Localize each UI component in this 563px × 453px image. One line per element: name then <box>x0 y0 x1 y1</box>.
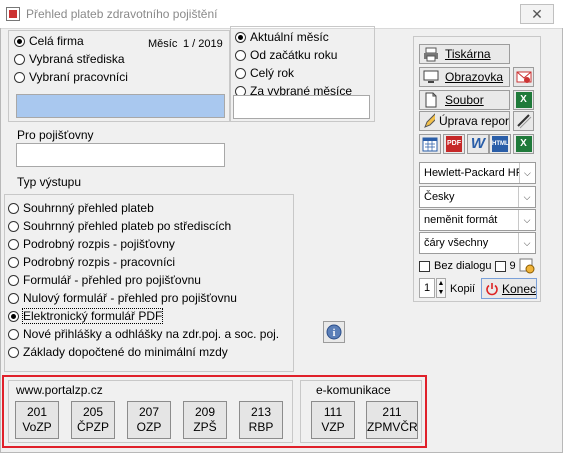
excel-export-button[interactable]: X <box>513 90 534 110</box>
chevron-down-icon[interactable]: ⌵ <box>518 187 535 207</box>
portal-button-ozp[interactable]: 207 OZP <box>127 401 171 439</box>
printer-icon <box>424 47 438 62</box>
radio-dot[interactable] <box>8 256 19 268</box>
output-label: Typ výstupu <box>17 175 82 189</box>
output-option[interactable]: Formulář - přehled pro pojišťovnu <box>8 271 279 289</box>
portal-title: www.portalzp.cz <box>16 383 103 397</box>
radio-dot[interactable] <box>8 238 19 250</box>
word-icon: W <box>470 135 486 152</box>
calendar-button[interactable] <box>419 134 441 154</box>
pencil-icon <box>424 113 435 128</box>
insurer-label: Pro pojišťovny <box>17 128 94 142</box>
output-option[interactable]: Souhrnný přehled plateb <box>8 199 279 217</box>
radio-dot[interactable] <box>14 35 25 47</box>
radio-dot[interactable] <box>235 67 246 79</box>
radio-dot[interactable] <box>14 71 25 83</box>
scope-option-whole-firm[interactable]: Celá firma <box>14 32 128 50</box>
no-dialog-row: Bez dialogu 9 <box>419 260 516 272</box>
portal-button-rbp[interactable]: 213 RBP <box>239 401 283 439</box>
title-bar: Přehled plateb zdravotního pojištění ✕ <box>0 0 563 29</box>
radio-dot[interactable] <box>8 202 19 214</box>
chevron-down-icon[interactable]: ⌵ <box>518 163 535 183</box>
html-button[interactable]: HTML <box>489 134 511 154</box>
settings-icon[interactable] <box>519 258 535 277</box>
chevron-down-icon[interactable]: ⌵ <box>518 233 535 253</box>
scope-radio-group: Celá firma Vybraná střediska Vybraní pra… <box>14 32 128 86</box>
printer-select[interactable]: Hewlett-Packard HP ⌵ <box>419 162 536 184</box>
ecom-button-zpmvcr[interactable]: 211 ZPMVČR <box>366 401 418 439</box>
format-select[interactable]: neměnit formát ⌵ <box>419 209 536 231</box>
months-input[interactable] <box>233 95 370 119</box>
excel-icon: X <box>515 136 532 152</box>
screen-button[interactable]: Obrazovka <box>419 67 510 87</box>
radio-dot[interactable] <box>8 328 19 340</box>
copies-input[interactable]: 1 <box>419 278 435 298</box>
svg-text:i: i <box>333 328 336 339</box>
radio-dot[interactable] <box>235 49 246 61</box>
file-icon <box>425 92 437 108</box>
radio-dot[interactable] <box>8 310 19 322</box>
edit-tool-button[interactable] <box>513 111 534 131</box>
output-option[interactable]: Základy dopočtené do minimální mzdy <box>8 343 279 361</box>
app-icon <box>6 7 20 21</box>
output-option[interactable]: Souhrnný přehled plateb po střediscích <box>8 217 279 235</box>
excel-icon: X <box>515 92 532 108</box>
selection-field[interactable] <box>16 94 225 118</box>
ecom-button-vzp[interactable]: 111 VZP <box>311 401 355 439</box>
email-button[interactable] <box>513 67 534 87</box>
email-icon <box>516 71 531 83</box>
file-button[interactable]: Soubor <box>419 90 510 110</box>
info-button[interactable]: i <box>323 321 345 343</box>
power-icon <box>486 282 498 295</box>
period-option-ytd[interactable]: Od začátku roku <box>235 46 352 64</box>
excel-button[interactable]: X <box>513 134 534 154</box>
pdf-button[interactable]: PDF <box>443 134 465 154</box>
lines-select[interactable]: čáry všechny ⌵ <box>419 232 536 254</box>
chevron-down-icon[interactable]: ⌵ <box>518 210 535 230</box>
output-radio-group: Souhrnný přehled plateb Souhrnný přehled… <box>8 199 279 361</box>
portal-button-cpzp[interactable]: 205 ČPZP <box>71 401 115 439</box>
ecom-title: e-komunikace <box>316 383 391 397</box>
radio-dot[interactable] <box>8 274 19 286</box>
calendar-icon <box>422 137 438 152</box>
copies-label: Kopií <box>450 283 476 295</box>
monitor-icon <box>423 70 439 83</box>
close-button[interactable]: ✕ <box>520 4 554 24</box>
scope-option-centers[interactable]: Vybraná střediska <box>14 50 128 68</box>
period-option-current[interactable]: Aktuální měsíc <box>235 28 352 46</box>
copies-spinner[interactable]: ▲ ▼ <box>436 278 446 298</box>
output-option[interactable]: Podrobný rozpis - pracovníci <box>8 253 279 271</box>
output-option-pdf-selected[interactable]: Elektronický formulář PDF <box>8 307 279 325</box>
month-label: Měsíc <box>148 38 178 50</box>
output-option[interactable]: Nové přihlášky a odhlášky na zdr.poj. a … <box>8 325 279 343</box>
radio-dot[interactable] <box>8 220 19 232</box>
print-button[interactable]: Tiskárna <box>419 44 510 64</box>
end-button[interactable]: Konec <box>481 278 537 299</box>
period-radio-group: Aktuální měsíc Od začátku roku Celý rok … <box>235 28 352 100</box>
portal-button-zps[interactable]: 209 ZPŠ <box>183 401 227 439</box>
edit-report-button[interactable]: Úprava repor <box>419 111 510 131</box>
no-dialog-checkbox[interactable] <box>419 260 430 272</box>
language-select[interactable]: Česky ⌵ <box>419 186 536 208</box>
radio-dot[interactable] <box>8 292 19 304</box>
radio-dot[interactable] <box>235 31 246 43</box>
edit-tool-icon <box>516 114 531 129</box>
info-icon: i <box>326 324 342 340</box>
dialog-number-checkbox[interactable] <box>494 260 506 272</box>
output-option[interactable]: Podrobný rozpis - pojišťovny <box>8 235 279 253</box>
radio-dot[interactable] <box>14 53 25 65</box>
window-title: Přehled plateb zdravotního pojištění <box>26 7 218 21</box>
period-option-year[interactable]: Celý rok <box>235 64 352 82</box>
html-icon: HTML <box>492 136 509 152</box>
insurer-input[interactable] <box>16 143 225 167</box>
portal-button-vozp[interactable]: 201 VoZP <box>15 401 59 439</box>
radio-dot[interactable] <box>8 346 19 358</box>
scope-option-employees[interactable]: Vybraní pracovníci <box>14 68 128 86</box>
pdf-icon: PDF <box>446 136 462 152</box>
month-value: 1 / 2019 <box>183 38 223 50</box>
output-option[interactable]: Nulový formulář - přehled pro pojišťovnu <box>8 289 279 307</box>
word-button[interactable]: W <box>467 134 489 154</box>
